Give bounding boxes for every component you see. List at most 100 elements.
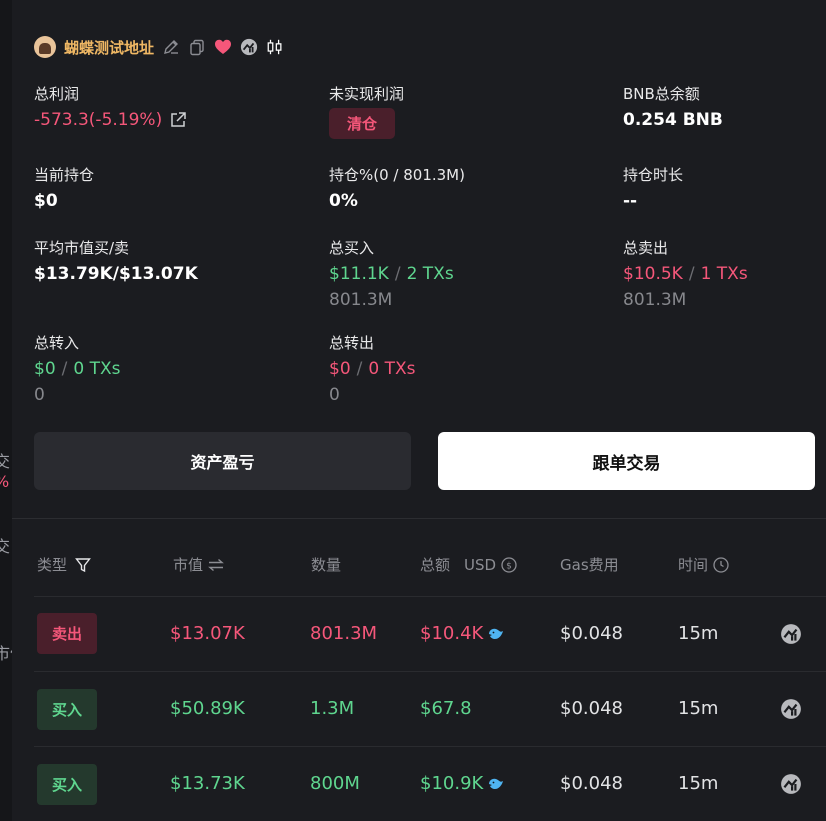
stat-qty: 0	[329, 385, 340, 405]
type-badge-buy: 买入	[37, 689, 97, 730]
stat-label: 总利润	[34, 85, 80, 103]
type-badge-buy: 买入	[37, 764, 97, 805]
stat-total-in: 总转入 $0 / 0 TXs 0	[34, 332, 120, 405]
table-row[interactable]: 买入 $50.89K 1.3M $67.8 $0.048 15m	[34, 671, 826, 746]
cell-total-value: $10.4K	[420, 623, 484, 644]
cell-total: $10.9K	[420, 773, 505, 794]
stat-label: 持仓%(0 / 801.3M)	[329, 166, 465, 184]
stat-txs: 0 TXs	[368, 359, 416, 379]
table-row[interactable]: 买入 $13.73K 800M $10.9K $0.048 15m	[34, 746, 826, 821]
whale-icon	[487, 775, 505, 793]
whale-icon	[487, 625, 505, 643]
stat-qty: 0	[34, 385, 45, 405]
stat-label: 未实现利润	[329, 85, 405, 103]
stat-holding-pct: 持仓%(0 / 801.3M) 0%	[329, 164, 465, 211]
cell-mcap: $50.89K	[170, 698, 245, 719]
cell-gas: $0.048	[560, 698, 623, 719]
filter-icon[interactable]	[75, 557, 91, 573]
asset-pnl-button[interactable]: 资产盈亏	[34, 432, 411, 490]
chart-logo-icon[interactable]	[240, 38, 258, 56]
stat-total-buy: 总买入 $11.1K / 2 TXs 801.3M	[329, 237, 454, 310]
stat-unrealized: 未实现利润 清仓	[329, 83, 404, 139]
cell-time: 15m	[678, 698, 719, 719]
table-row[interactable]: 卖出 $13.07K 801.3M $10.4K $0.048 15m	[34, 596, 826, 671]
stat-label: 总转入	[34, 334, 80, 352]
copy-icon[interactable]	[188, 38, 206, 56]
background-text: 交	[0, 537, 11, 556]
stat-value: --	[623, 191, 638, 211]
stat-separator: /	[394, 264, 401, 284]
th-mcap[interactable]: 市值	[173, 554, 224, 575]
type-badge-sell: 卖出	[37, 613, 97, 654]
stat-amount: $11.1K	[329, 264, 389, 284]
wallet-header: 蝴蝶测试地址	[34, 35, 284, 59]
cell-total: $10.4K	[420, 623, 505, 644]
cell-gas: $0.048	[560, 623, 623, 644]
stat-label: 持仓时长	[623, 166, 684, 184]
currency-switch-icon[interactable]: $	[501, 556, 517, 573]
stat-avg-mcap: 平均市值买/卖 $13.79K/$13.07K	[34, 237, 198, 284]
avatar	[34, 36, 56, 58]
cell-qty: 1.3M	[310, 698, 355, 719]
candlestick-icon[interactable]	[266, 38, 284, 56]
stat-value: $13.79K/$13.07K	[34, 264, 198, 284]
th-total[interactable]: 总额 USD $	[420, 554, 517, 575]
th-type-label: 类型	[37, 556, 68, 574]
stat-txs: 1 TXs	[700, 264, 748, 284]
heart-icon[interactable]	[214, 38, 232, 56]
wallet-detail-panel: 蝴蝶测试地址 总利润 -573.3(-5.19%) 未实现利润 清仓 BNB总余…	[12, 0, 826, 821]
stat-amount: $0	[34, 359, 56, 379]
wallet-name: 蝴蝶测试地址	[64, 38, 155, 57]
background-text: 交	[0, 452, 11, 471]
cell-mcap: $13.07K	[170, 623, 245, 644]
stat-value: $0	[34, 191, 58, 211]
th-qty: 数量	[311, 556, 342, 574]
svg-text:$: $	[506, 561, 512, 571]
th-mcap-label: 市值	[173, 556, 204, 574]
cell-gas: $0.048	[560, 773, 623, 794]
stat-label: 平均市值买/卖	[34, 239, 130, 257]
clear-position-button[interactable]: 清仓	[329, 108, 396, 139]
stat-separator: /	[688, 264, 695, 284]
stat-holding: 当前持仓 $0	[34, 164, 94, 211]
stat-qty: 801.3M	[329, 290, 393, 310]
cell-mcap: $13.73K	[170, 773, 245, 794]
stat-value: 0.254 BNB	[623, 110, 723, 130]
stat-separator: /	[356, 359, 363, 379]
stat-value: 0%	[329, 191, 358, 211]
th-time-label: 时间	[678, 556, 709, 574]
th-gas: Gas费用	[560, 556, 619, 574]
chart-logo-icon[interactable]	[780, 623, 802, 645]
section-divider	[12, 518, 826, 519]
stat-label: 总卖出	[623, 239, 669, 257]
stat-total-out: 总转出 $0 / 0 TXs 0	[329, 332, 415, 405]
stat-bnb-balance: BNB总余额 0.254 BNB	[623, 83, 723, 130]
clock-icon[interactable]	[713, 556, 729, 573]
edit-icon[interactable]	[162, 38, 180, 56]
stat-total-sell: 总卖出 $10.5K / 1 TXs 801.3M	[623, 237, 748, 310]
stat-label: 当前持仓	[34, 166, 95, 184]
chart-logo-icon[interactable]	[780, 698, 802, 720]
chart-logo-icon[interactable]	[780, 773, 802, 795]
th-time[interactable]: 时间	[678, 554, 729, 575]
stat-separator: /	[61, 359, 68, 379]
th-total-label: 总额	[420, 556, 451, 574]
cell-total: $67.8	[420, 698, 472, 719]
external-link-icon[interactable]	[169, 111, 187, 129]
cell-time: 15m	[678, 623, 719, 644]
background-text: %	[0, 472, 9, 491]
stat-value: -573.3(-5.19%)	[34, 110, 163, 130]
stat-holding-time: 持仓时长 --	[623, 164, 683, 211]
background-page-strip: 交 % 交 市值	[0, 0, 12, 821]
th-type[interactable]: 类型	[37, 554, 91, 575]
stat-txs: 0 TXs	[73, 359, 121, 379]
stat-label: 总买入	[329, 239, 375, 257]
copy-trade-button[interactable]: 跟单交易	[438, 432, 815, 490]
cell-total-value: $10.9K	[420, 773, 484, 794]
stat-total-profit: 总利润 -573.3(-5.19%)	[34, 83, 187, 130]
swap-icon[interactable]	[208, 558, 224, 572]
th-currency-label: USD	[464, 555, 497, 574]
cell-qty: 800M	[310, 773, 360, 794]
stat-txs: 2 TXs	[406, 264, 454, 284]
stat-amount: $10.5K	[623, 264, 683, 284]
